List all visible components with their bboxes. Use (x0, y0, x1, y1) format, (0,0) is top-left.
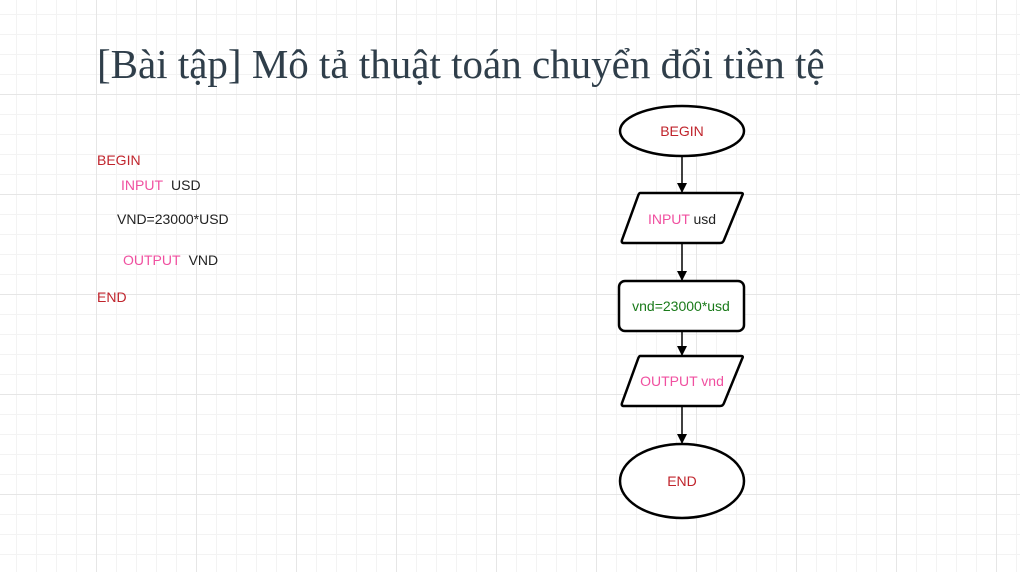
flowchart: BEGIN INPUT usd vnd=23000*usd OUTPUT vnd … (617, 104, 746, 520)
flow-begin-node: BEGIN (618, 104, 746, 158)
flow-end-label: END (667, 473, 697, 489)
flow-output-node: OUTPUT vnd (620, 354, 745, 408)
flow-process-label: vnd=23000*usd (632, 298, 730, 314)
flow-process-node: vnd=23000*usd (617, 279, 746, 333)
flow-output-label: OUTPUT vnd (640, 373, 724, 389)
flow-input-label: INPUT usd (648, 211, 716, 227)
flow-input-keyword: INPUT (648, 211, 690, 227)
flow-input-var: usd (693, 211, 716, 227)
flow-end-node: END (618, 442, 746, 520)
flow-begin-label: BEGIN (660, 123, 704, 139)
flow-input-node: INPUT usd (620, 191, 745, 245)
